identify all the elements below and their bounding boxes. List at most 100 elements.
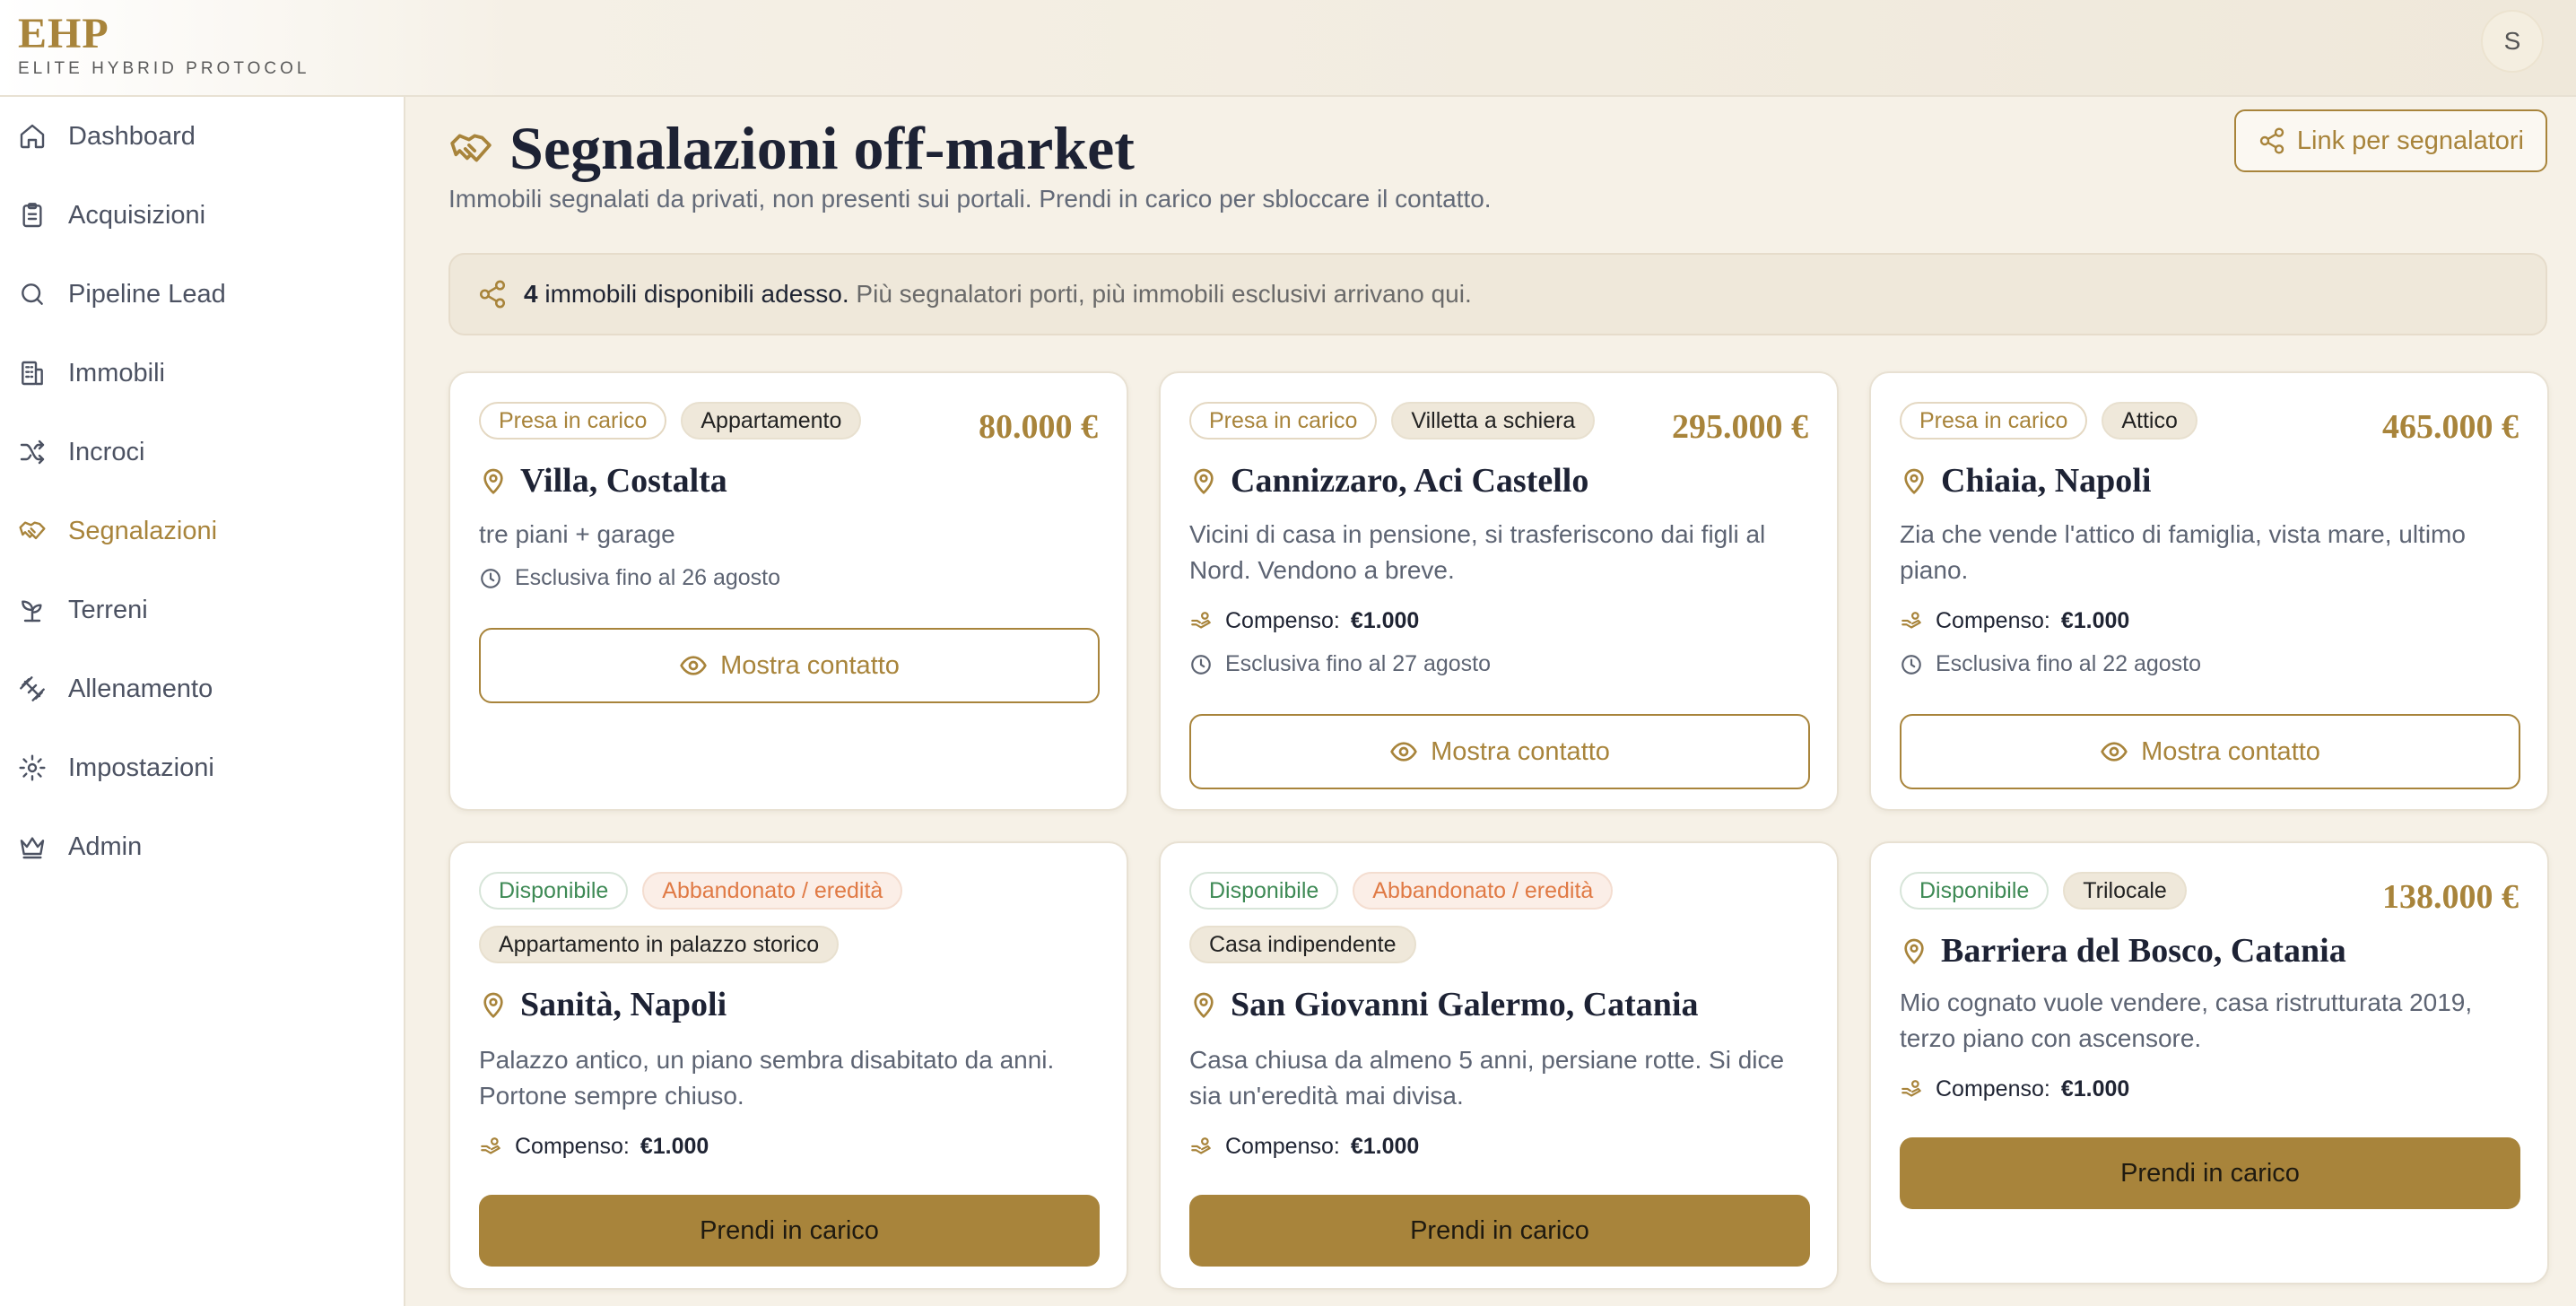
status-badge: Presa in carico [479, 402, 667, 440]
property-card: Presa in carico Attico 465.000 € Chiaia,… [1869, 371, 2549, 811]
eye-icon [2101, 742, 2128, 762]
hand-coins-icon [1191, 611, 1211, 629]
type-badge: Casa indipendente [1189, 926, 1416, 963]
show-contact-button[interactable]: Mostra contatto [479, 628, 1100, 703]
card-tags: Disponibile Abbandonato / eredità Casa i… [1189, 872, 1727, 963]
card-title-text: Villa, Costalta [520, 462, 727, 500]
gear-icon [19, 754, 46, 781]
status-badge: Presa in carico [1900, 402, 2088, 440]
compensation: Compenso: €1.000 [1900, 608, 2129, 634]
card-description: Palazzo antico, un piano sembra disabita… [479, 1046, 1055, 1110]
card-title: Cannizzaro, Aci Castello [1189, 461, 1588, 501]
referrer-link-button[interactable]: Link per segnalatori [2233, 109, 2547, 172]
compensation-value: €1.000 [1350, 608, 1420, 633]
eye-icon [1390, 742, 1417, 762]
card-title-text: San Giovanni Galermo, Catania [1231, 986, 1699, 1023]
brand-subtitle: ELITE HYBRID PROTOCOL [18, 59, 310, 78]
sidebar-item-admin[interactable]: Admin [0, 807, 404, 886]
dumbbell-icon [20, 676, 45, 701]
card-description: Zia che vende l'attico di famiglia, vist… [1900, 520, 2466, 584]
brand[interactable]: EHP ELITE HYBRID PROTOCOL [18, 11, 309, 79]
page-title: Segnalazioni off-market [509, 114, 1135, 182]
property-card: Disponibile Abbandonato / eredità Appart… [448, 841, 1128, 1290]
sidebar-item-segnalazioni[interactable]: Segnalazioni [0, 492, 404, 570]
sidebar-item-impostazioni[interactable]: Impostazioni [0, 728, 404, 807]
card-description: Mio cognato vuole vendere, casa ristrutt… [1900, 988, 2473, 1052]
sidebar-item-label: Acquisizioni [68, 200, 206, 230]
take-charge-button[interactable]: Prendi in carico [479, 1195, 1100, 1267]
compensation-value: €1.000 [2060, 1076, 2130, 1101]
card-title: San Giovanni Galermo, Catania [1189, 985, 1699, 1024]
sidebar-item-label: Pipeline Lead [68, 279, 226, 309]
compensation-value: €1.000 [640, 1134, 709, 1159]
property-card: Disponibile Trilocale 138.000 € Barriera… [1869, 841, 2549, 1284]
sidebar-item-pipeline-lead[interactable]: Pipeline Lead [0, 255, 404, 334]
sidebar-item-label: Segnalazioni [68, 516, 218, 545]
card-title-text: Chiaia, Napoli [1941, 462, 2152, 500]
main-content: Segnalazioni off-market Immobili segnala… [405, 97, 2576, 1306]
share-icon [479, 280, 506, 309]
type-badge: Attico [2102, 402, 2197, 440]
compensation: Compenso: €1.000 [1189, 1134, 1419, 1160]
sidebar-item-dashboard[interactable]: Dashboard [0, 97, 404, 176]
exclusive-until: Esclusiva fino al 22 agosto [1900, 651, 2201, 677]
take-charge-button[interactable]: Prendi in carico [1900, 1137, 2520, 1209]
page-subtitle: Immobili segnalati da privati, non prese… [448, 185, 1492, 213]
compensation-label: Compenso: [1936, 1076, 2050, 1101]
card-tags: Presa in carico Attico [1900, 402, 2366, 440]
status-badge: Disponibile [479, 872, 629, 910]
show-contact-button[interactable]: Mostra contatto [1900, 714, 2520, 789]
card-title: Sanità, Napoli [479, 985, 727, 1024]
clock-icon [1902, 654, 1921, 675]
exclusive-text: Esclusiva fino al 26 agosto [515, 565, 781, 590]
sidebar-item-allenamento[interactable]: Allenamento [0, 649, 404, 728]
user-avatar[interactable]: S [2481, 10, 2544, 73]
exclusive-until: Esclusiva fino al 27 agosto [1189, 651, 1491, 677]
card-description: Vicini di casa in pensione, si trasferis… [1189, 520, 1766, 584]
clock-icon [1191, 654, 1211, 675]
status-badge: Presa in carico [1189, 402, 1378, 440]
compensation-label: Compenso: [1936, 608, 2050, 633]
type-badge: Appartamento in palazzo storico [479, 926, 840, 963]
sprout-icon [22, 600, 42, 623]
map-pin-icon [1194, 992, 1214, 1018]
status-badge: Disponibile [1189, 872, 1339, 910]
property-card: Presa in carico Appartamento 80.000 € Vi… [448, 371, 1128, 811]
exclusive-until: Esclusiva fino al 26 agosto [479, 565, 780, 591]
sidebar: Dashboard Acquisizioni Pipeline Lead Imm… [0, 97, 405, 1306]
home-icon [20, 124, 45, 149]
card-description: Casa chiusa da almeno 5 anni, persiane r… [1189, 1046, 1785, 1110]
card-title: Villa, Costalta [479, 461, 727, 501]
sidebar-item-acquisizioni[interactable]: Acquisizioni [0, 176, 404, 255]
sidebar-item-terreni[interactable]: Terreni [0, 570, 404, 649]
map-pin-icon [1904, 938, 1924, 964]
shuffle-icon [20, 440, 45, 465]
share-icon [2259, 127, 2284, 154]
exclusive-text: Esclusiva fino al 27 agosto [1225, 651, 1492, 676]
sidebar-item-immobili[interactable]: Immobili [0, 334, 404, 413]
sidebar-item-incroci[interactable]: Incroci [0, 413, 404, 492]
show-contact-button[interactable]: Mostra contatto [1189, 714, 1810, 789]
card-title-text: Cannizzaro, Aci Castello [1231, 462, 1589, 500]
clipboard-icon [22, 203, 42, 228]
hand-coins-icon [1902, 1079, 1921, 1097]
referrer-link-label: Link per segnalatori [2296, 126, 2524, 155]
hand-coins-icon [1191, 1136, 1211, 1154]
price: 138.000 € [2382, 878, 2519, 916]
category-badge: Abbandonato / eredità [1353, 872, 1614, 910]
show-contact-label: Mostra contatto [1431, 736, 1610, 766]
card-tags: Presa in carico Appartamento [479, 402, 945, 440]
sidebar-item-label: Allenamento [68, 674, 213, 703]
compensation-value: €1.000 [2060, 608, 2130, 633]
sidebar-item-label: Immobili [68, 358, 165, 387]
card-title-text: Barriera del Bosco, Catania [1941, 932, 2346, 970]
show-contact-label: Mostra contatto [2141, 736, 2320, 766]
page-header: Segnalazioni off-market [448, 113, 1135, 184]
sidebar-item-label: Terreni [68, 595, 148, 624]
compensation: Compenso: €1.000 [1189, 608, 1419, 634]
take-charge-button[interactable]: Prendi in carico [1189, 1195, 1810, 1267]
price: 465.000 € [2382, 408, 2519, 446]
compensation-label: Compenso: [515, 1134, 630, 1159]
map-pin-icon [483, 992, 503, 1018]
top-bar: EHP ELITE HYBRID PROTOCOL S [0, 0, 2576, 97]
